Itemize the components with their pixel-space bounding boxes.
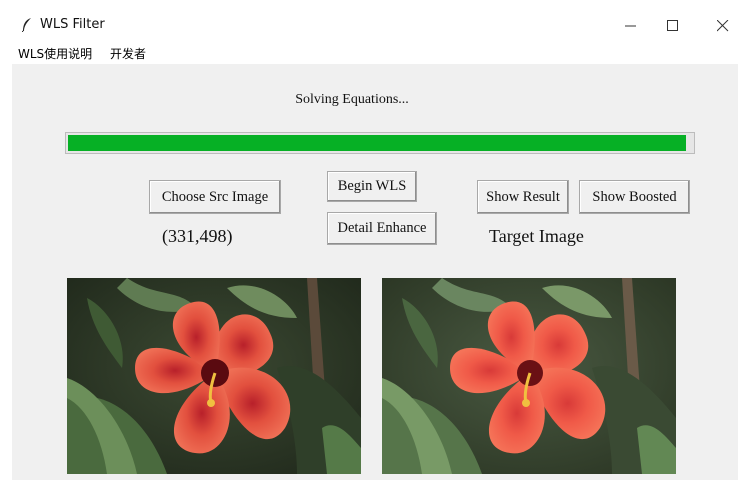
menu-developer[interactable]: 开发者 bbox=[110, 45, 146, 62]
show-result-button[interactable]: Show Result bbox=[477, 180, 569, 214]
minimize-icon bbox=[625, 25, 636, 27]
detail-enhance-button[interactable]: Detail Enhance bbox=[327, 212, 437, 245]
choose-src-image-button[interactable]: Choose Src Image bbox=[149, 180, 281, 214]
close-icon bbox=[717, 20, 729, 32]
minimize-button[interactable] bbox=[608, 10, 654, 40]
title-bar: WLS Filter bbox=[0, 0, 738, 44]
feather-icon bbox=[22, 18, 31, 32]
window-title: WLS Filter bbox=[40, 17, 105, 32]
source-image bbox=[67, 278, 361, 474]
target-image-label: Target Image bbox=[489, 226, 584, 246]
show-boosted-button[interactable]: Show Boosted bbox=[579, 180, 690, 214]
hibiscus-photo bbox=[67, 278, 361, 474]
begin-wls-button[interactable]: Begin WLS bbox=[327, 171, 417, 202]
status-label: Solving Equations... bbox=[295, 92, 409, 107]
source-coords-label: (331,498) bbox=[162, 226, 233, 246]
close-button[interactable] bbox=[700, 10, 738, 40]
main-panel: Solving Equations... Choose Src Image Be… bbox=[12, 64, 738, 480]
maximize-icon bbox=[667, 20, 678, 31]
menu-wls-help[interactable]: WLS使用说明 bbox=[18, 45, 92, 62]
maximize-button[interactable] bbox=[650, 10, 696, 40]
progress-bar bbox=[65, 132, 695, 154]
menu-bar: WLS使用说明 开发者 bbox=[0, 44, 738, 64]
progress-fill bbox=[68, 135, 686, 151]
target-image bbox=[382, 278, 676, 474]
hibiscus-photo-smoothed bbox=[382, 278, 676, 474]
